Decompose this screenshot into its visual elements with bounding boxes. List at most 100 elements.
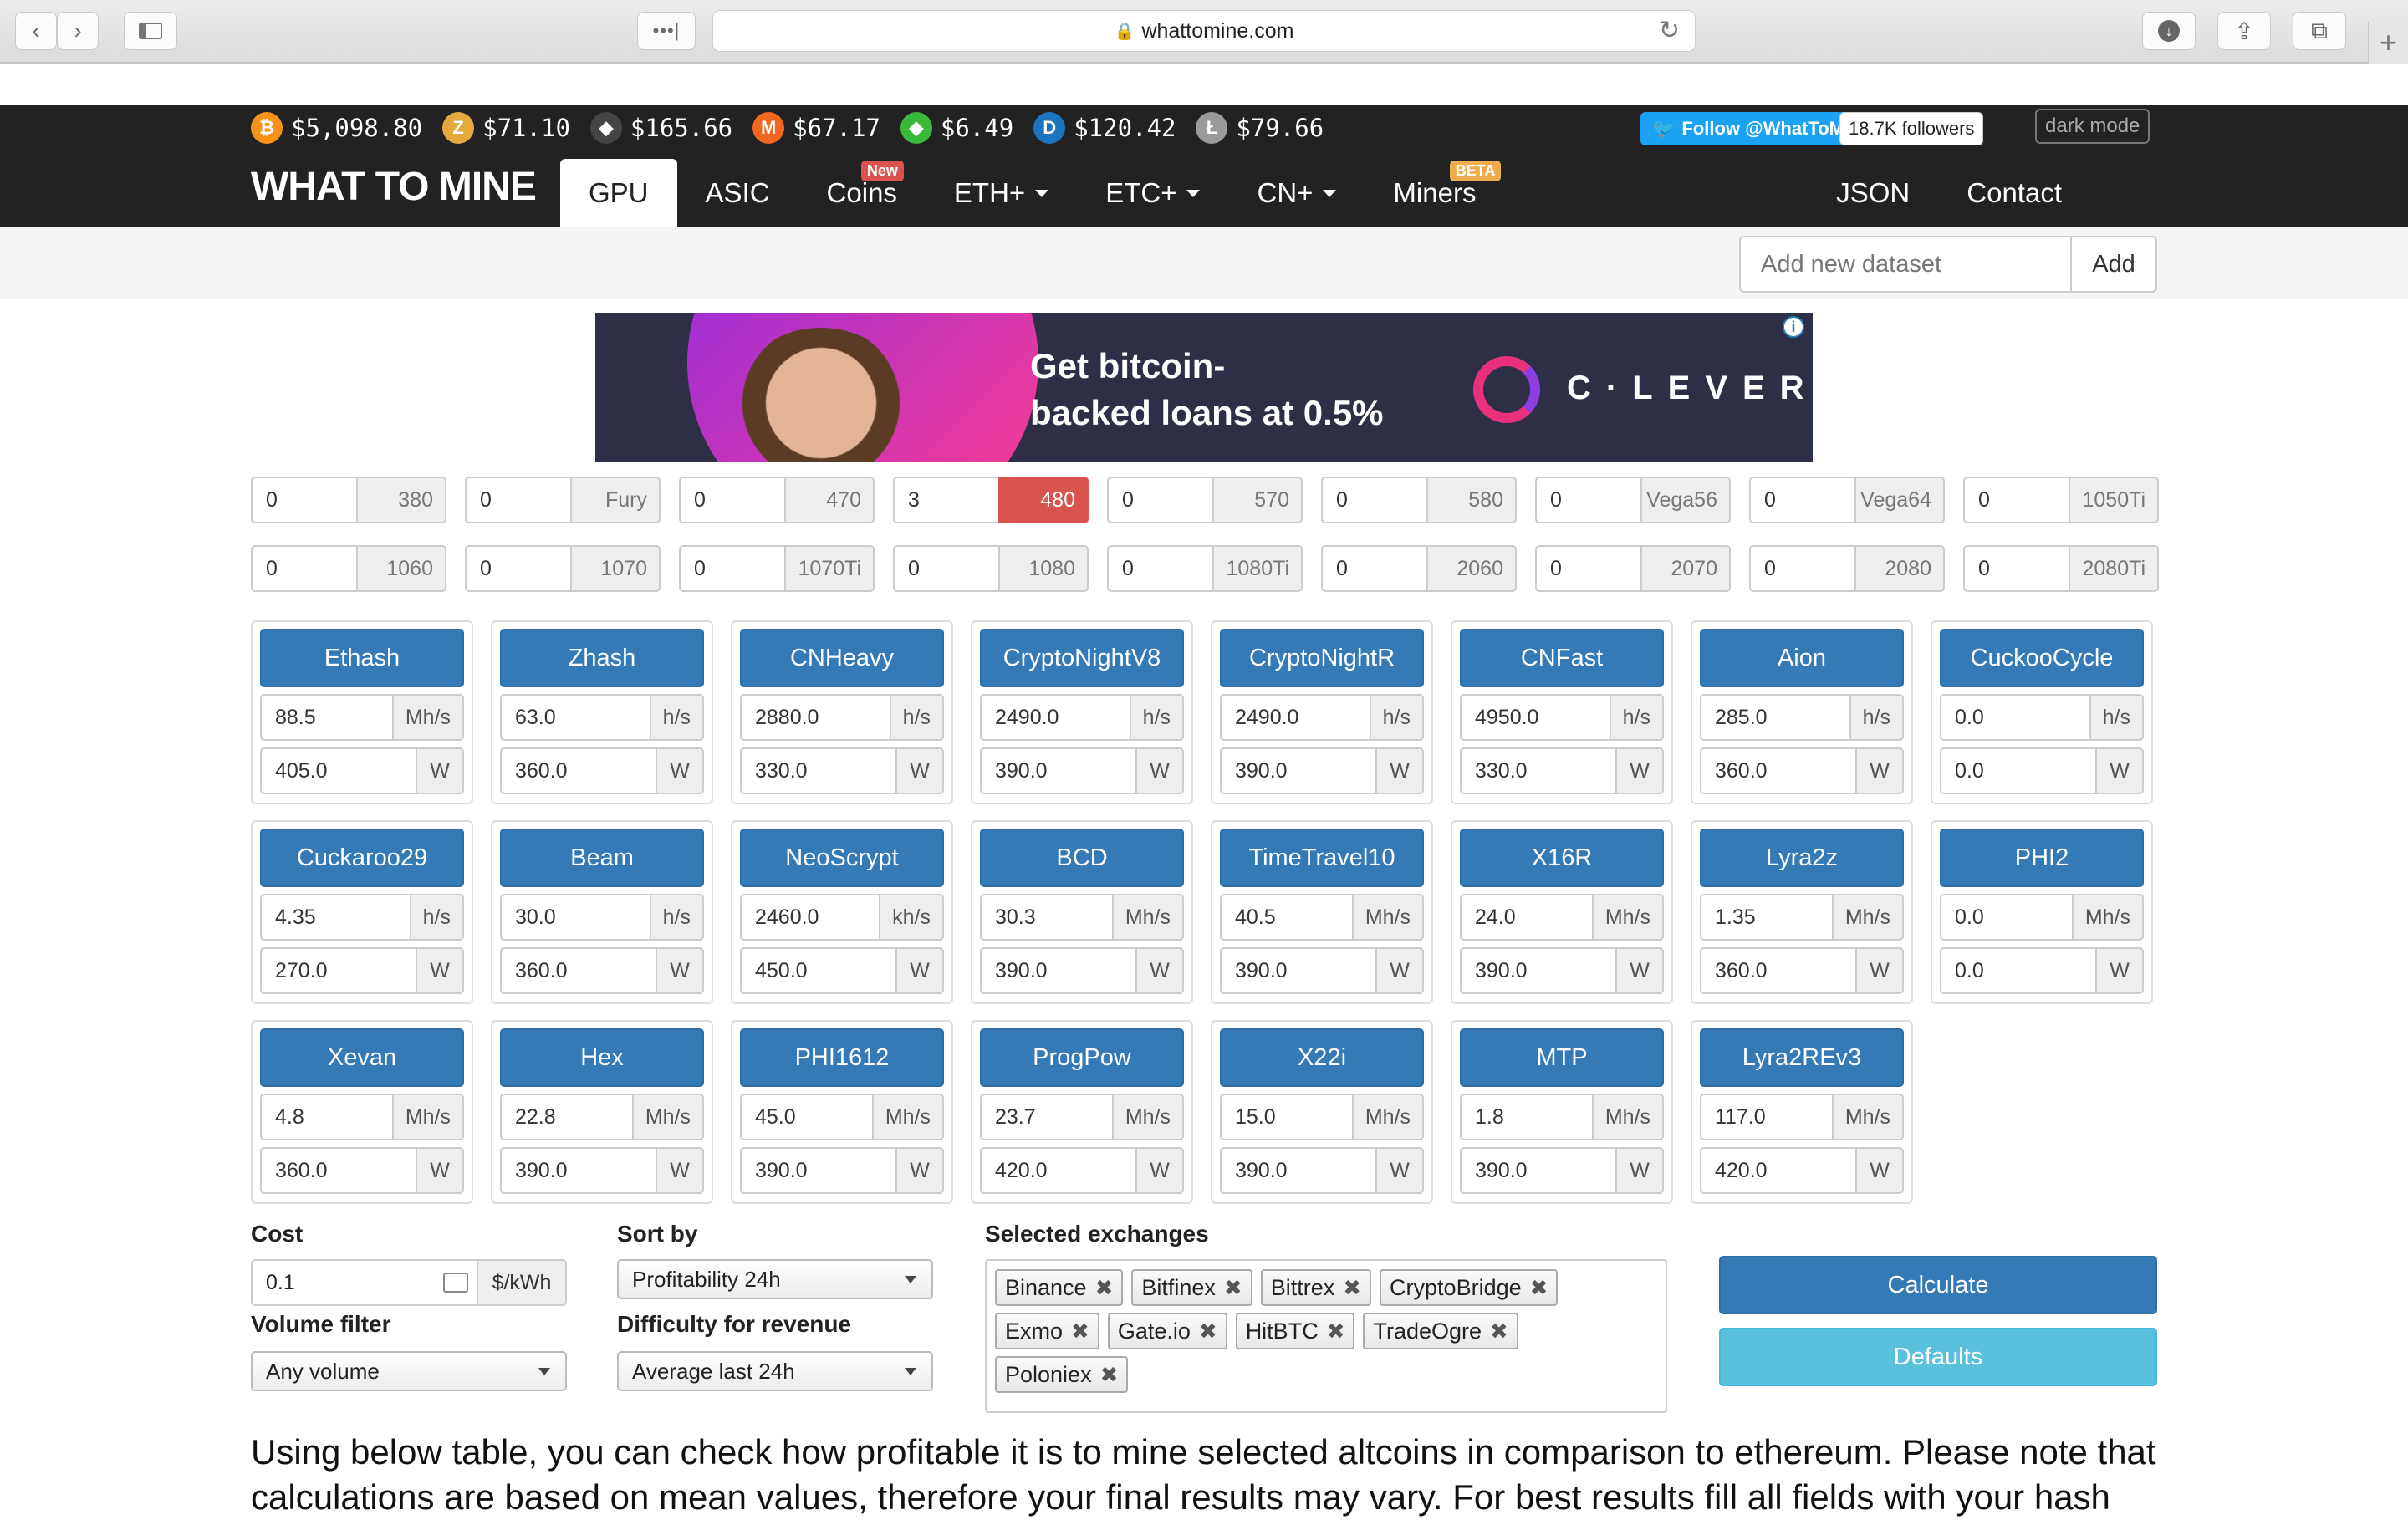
gpu-count-input[interactable]: 0 <box>1107 545 1212 592</box>
hashrate-input[interactable]: 2490.0 <box>980 694 1130 741</box>
gpu-model-label[interactable]: Fury <box>570 477 661 523</box>
price-ticker[interactable]: ₿ $5,098.80 <box>251 112 422 144</box>
power-input[interactable]: 420.0 <box>1700 1147 1855 1194</box>
difficulty-select[interactable]: Average last 24h <box>617 1351 933 1391</box>
power-input[interactable]: 390.0 <box>980 947 1135 994</box>
hashrate-input[interactable]: 63.0 <box>500 694 650 741</box>
back-button[interactable]: ‹ <box>15 12 57 50</box>
power-input[interactable]: 390.0 <box>980 747 1135 794</box>
gpu-count-input[interactable]: 0 <box>1535 477 1640 523</box>
forward-button[interactable]: › <box>57 12 99 50</box>
hashrate-input[interactable]: 4.35 <box>260 894 410 941</box>
nav-tab-coins[interactable]: Coins New <box>798 159 926 227</box>
power-input[interactable]: 390.0 <box>1460 947 1615 994</box>
power-input[interactable]: 390.0 <box>1220 747 1375 794</box>
gpu-count-input[interactable]: 0 <box>1749 477 1854 523</box>
remove-icon[interactable]: ✖ <box>1095 1275 1114 1301</box>
gpu-model-label[interactable]: 1070 <box>570 545 661 592</box>
algorithm-toggle-button[interactable]: BCD <box>980 829 1184 887</box>
exchanges-multiselect[interactable]: Binance ✖ Bitfinex ✖ Bittrex ✖ CryptoBridge ✖ Ex… <box>985 1259 1667 1413</box>
site-logo[interactable]: WHAT TO MINE <box>251 164 537 210</box>
nav-json-link[interactable]: JSON <box>1808 159 1938 227</box>
nav-tab-gpu[interactable]: GPU <box>560 159 677 227</box>
remove-icon[interactable]: ✖ <box>1327 1319 1345 1344</box>
gpu-model-label[interactable]: 1080Ti <box>1212 545 1303 592</box>
gpu-model-label[interactable]: 580 <box>1426 477 1517 523</box>
dark-mode-toggle[interactable]: dark mode <box>2035 109 2150 144</box>
algorithm-toggle-button[interactable]: NeoScrypt <box>740 829 944 887</box>
power-input[interactable]: 270.0 <box>260 947 416 994</box>
algorithm-toggle-button[interactable]: MTP <box>1460 1028 1664 1087</box>
gpu-count-input[interactable]: 0 <box>1963 477 2069 523</box>
algorithm-toggle-button[interactable]: X16R <box>1460 829 1664 887</box>
hashrate-input[interactable]: 117.0 <box>1700 1094 1832 1140</box>
algorithm-toggle-button[interactable]: Lyra2z <box>1700 829 1904 887</box>
power-input[interactable]: 390.0 <box>1220 947 1375 994</box>
algorithm-toggle-button[interactable]: CuckooCycle <box>1940 629 2144 687</box>
nav-tab-miners[interactable]: Miners BETA <box>1365 159 1504 227</box>
power-input[interactable]: 330.0 <box>740 747 895 794</box>
hashrate-input[interactable]: 30.3 <box>980 894 1112 941</box>
algorithm-toggle-button[interactable]: PHI2 <box>1940 829 2144 887</box>
power-input[interactable]: 390.0 <box>1460 1147 1615 1194</box>
power-input[interactable]: 360.0 <box>260 1147 416 1194</box>
remove-icon[interactable]: ✖ <box>1071 1319 1089 1344</box>
gpu-model-label[interactable]: 1050Ti <box>2069 477 2159 523</box>
gpu-model-label[interactable]: 570 <box>1212 477 1303 523</box>
algorithm-toggle-button[interactable]: CNFast <box>1460 629 1664 687</box>
power-input[interactable]: 420.0 <box>980 1147 1135 1194</box>
gpu-model-label[interactable]: 2080Ti <box>2069 545 2159 592</box>
tabs-overview-button[interactable]: ⧉ <box>2293 12 2346 50</box>
algorithm-toggle-button[interactable]: Lyra2REv3 <box>1700 1028 1904 1087</box>
power-input[interactable]: 450.0 <box>740 947 895 994</box>
power-input[interactable]: 360.0 <box>500 747 656 794</box>
nav-tab-asic[interactable]: ASIC <box>677 159 798 227</box>
followers-count[interactable]: 18.7K followers <box>1839 112 1984 145</box>
cost-input[interactable]: 0.1 <box>251 1259 477 1306</box>
algorithm-toggle-button[interactable]: Xevan <box>260 1028 464 1087</box>
hashrate-input[interactable]: 2460.0 <box>740 894 880 941</box>
gpu-model-label[interactable]: 2080 <box>1854 545 1945 592</box>
reload-icon[interactable]: ↻ <box>1659 16 1680 45</box>
gpu-count-input[interactable]: 0 <box>679 545 784 592</box>
power-input[interactable]: 330.0 <box>1460 747 1615 794</box>
hashrate-input[interactable]: 40.5 <box>1220 894 1352 941</box>
algorithm-toggle-button[interactable]: TimeTravel10 <box>1220 829 1424 887</box>
gpu-count-input[interactable]: 0 <box>893 545 998 592</box>
gpu-count-input[interactable]: 0 <box>1321 545 1426 592</box>
hashrate-input[interactable]: 24.0 <box>1460 894 1592 941</box>
price-ticker[interactable]: ◆ $165.66 <box>589 112 732 144</box>
share-button[interactable]: ⇪ <box>2217 12 2271 50</box>
hashrate-input[interactable]: 23.7 <box>980 1094 1112 1140</box>
dataset-name-input[interactable]: Add new dataset <box>1739 236 2070 293</box>
nav-tab-etc[interactable]: ETC+ <box>1077 159 1228 227</box>
gpu-count-input[interactable]: 0 <box>1535 545 1640 592</box>
gpu-model-label[interactable]: 1080 <box>998 545 1089 592</box>
calculate-button[interactable]: Calculate <box>1719 1256 2157 1314</box>
algorithm-toggle-button[interactable]: Ethash <box>260 629 464 687</box>
algorithm-toggle-button[interactable]: CryptoNightV8 <box>980 629 1184 687</box>
new-tab-button[interactable]: + <box>2368 22 2408 64</box>
hashrate-input[interactable]: 88.5 <box>260 694 392 741</box>
gpu-count-input[interactable]: 0 <box>465 545 570 592</box>
advertisement-banner[interactable]: Get bitcoin- backed loans at 0.5% C·LEVE… <box>595 313 1813 462</box>
gpu-model-label[interactable]: 1060 <box>356 545 446 592</box>
gpu-model-label[interactable]: 480 <box>998 477 1089 523</box>
algorithm-toggle-button[interactable]: CNHeavy <box>740 629 944 687</box>
price-ticker[interactable]: Ł $79.66 <box>1196 112 1324 144</box>
algorithm-toggle-button[interactable]: ProgPow <box>980 1028 1184 1087</box>
gpu-count-input[interactable]: 0 <box>251 477 356 523</box>
price-ticker[interactable]: Z $71.10 <box>442 112 570 144</box>
power-input[interactable]: 405.0 <box>260 747 416 794</box>
remove-icon[interactable]: ✖ <box>1199 1319 1217 1344</box>
power-input[interactable]: 0.0 <box>1940 747 2095 794</box>
gpu-model-label[interactable]: 1070Ti <box>784 545 875 592</box>
volume-filter-select[interactable]: Any volume <box>251 1351 567 1391</box>
power-input[interactable]: 390.0 <box>740 1147 895 1194</box>
algorithm-toggle-button[interactable]: Cuckaroo29 <box>260 829 464 887</box>
sort-by-select[interactable]: Profitability 24h <box>617 1259 933 1299</box>
remove-icon[interactable]: ✖ <box>1224 1275 1242 1301</box>
gpu-model-label[interactable]: 380 <box>356 477 446 523</box>
hashrate-input[interactable]: 4950.0 <box>1460 694 1610 741</box>
hashrate-input[interactable]: 285.0 <box>1700 694 1849 741</box>
